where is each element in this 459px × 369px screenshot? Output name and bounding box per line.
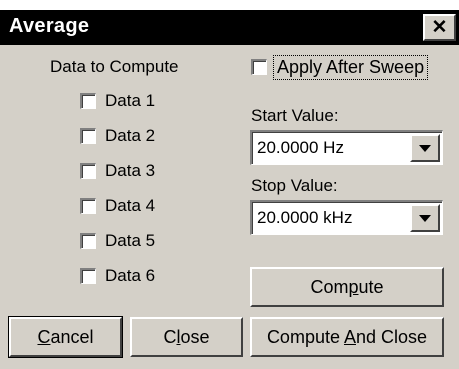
- checkbox-box[interactable]: [80, 268, 96, 284]
- data-6-label: Data 6: [105, 266, 156, 285]
- compute-button[interactable]: Compute: [250, 267, 444, 307]
- close-button[interactable]: Close: [130, 317, 243, 357]
- cancel-button[interactable]: Cancel: [8, 316, 123, 358]
- checkbox-box[interactable]: [80, 233, 96, 249]
- chevron-down-icon: [419, 144, 431, 152]
- stop-value-select[interactable]: 20.0000 kHz: [250, 200, 443, 235]
- start-value-select[interactable]: 20.0000 Hz: [250, 130, 443, 165]
- compute-and-close-label: Compute And Close: [266, 326, 428, 347]
- stop-value-current: 20.0000 kHz: [257, 208, 353, 227]
- average-dialog: Average ✕ Data to Compute Data 1 Data 2 …: [0, 10, 459, 369]
- data-2-label: Data 2: [105, 126, 156, 145]
- compute-label: Compute: [310, 276, 384, 297]
- compute-and-close-button[interactable]: Compute And Close: [250, 317, 444, 357]
- checkbox-box[interactable]: [80, 93, 96, 109]
- dialog-title: Average: [9, 15, 90, 37]
- checkbox-box[interactable]: [80, 198, 96, 214]
- checkbox-box[interactable]: [80, 163, 96, 179]
- cancel-label: Cancel: [37, 326, 94, 347]
- chevron-down-icon: [419, 214, 431, 222]
- data-1-checkbox[interactable]: Data 1: [80, 91, 155, 111]
- close-window-button[interactable]: ✕: [423, 14, 456, 41]
- apply-after-sweep-label: Apply After Sweep: [272, 54, 429, 80]
- start-value-current: 20.0000 Hz: [257, 138, 344, 157]
- close-icon: ✕: [431, 17, 448, 38]
- data-6-checkbox[interactable]: Data 6: [80, 266, 155, 286]
- data-to-compute-heading: Data to Compute: [50, 57, 179, 76]
- data-5-checkbox[interactable]: Data 5: [80, 231, 155, 251]
- data-1-label: Data 1: [105, 91, 156, 110]
- start-value-label: Start Value:: [251, 106, 339, 125]
- title-bar[interactable]: Average ✕: [0, 10, 459, 45]
- stop-value-label: Stop Value:: [251, 176, 338, 195]
- checkbox-box[interactable]: [251, 59, 267, 75]
- close-label: Close: [163, 326, 210, 347]
- stop-value-dropdown-button[interactable]: [410, 204, 440, 232]
- data-3-label: Data 3: [105, 161, 156, 180]
- data-3-checkbox[interactable]: Data 3: [80, 161, 155, 181]
- checkbox-box[interactable]: [80, 128, 96, 144]
- data-5-label: Data 5: [105, 231, 156, 250]
- data-4-checkbox[interactable]: Data 4: [80, 196, 155, 216]
- apply-after-sweep-checkbox[interactable]: Apply After Sweep: [251, 54, 429, 80]
- start-value-dropdown-button[interactable]: [410, 134, 440, 162]
- data-2-checkbox[interactable]: Data 2: [80, 126, 155, 146]
- data-4-label: Data 4: [105, 196, 156, 215]
